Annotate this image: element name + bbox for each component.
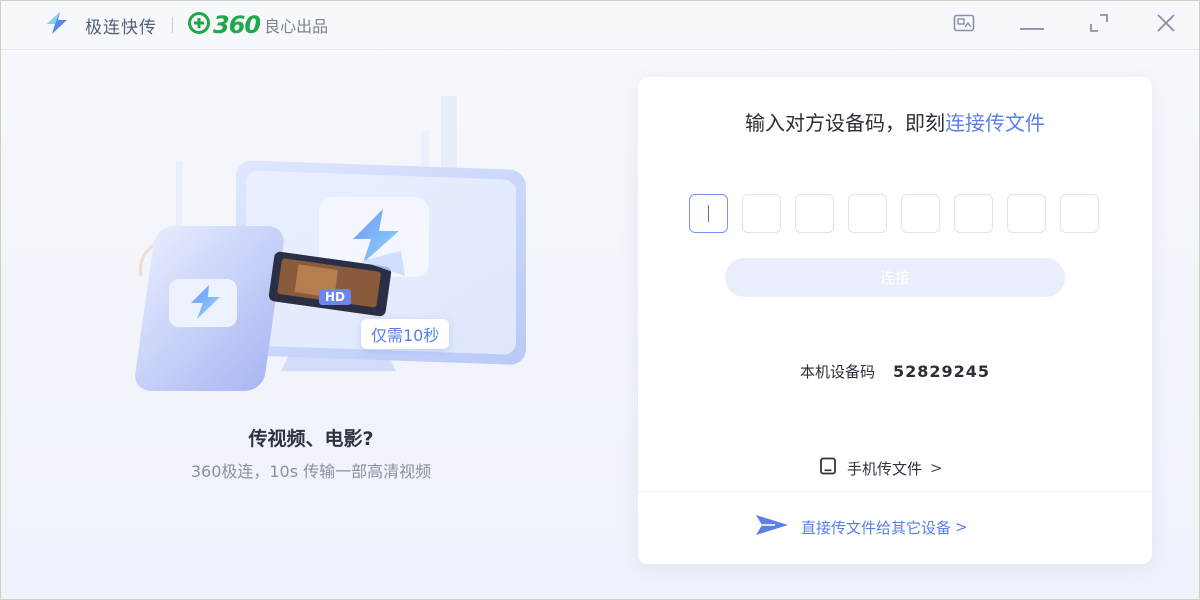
code-digit-6[interactable] [954,194,993,233]
app-name: 极连快传 [85,17,157,38]
brand: 极连快传 360 良心出品 [43,11,328,39]
brand-tagline: 良心出品 [264,17,329,36]
close-icon [1156,13,1176,37]
direct-transfer-label: 直接传文件给其它设备 [801,518,952,537]
minimize-button[interactable] [1019,13,1045,37]
code-digit-7[interactable] [1007,194,1046,233]
speed-badge: 仅需10秒 [361,319,450,349]
code-digit-1[interactable] [689,194,728,233]
code-digit-8[interactable] [1060,194,1099,233]
brand-360-logo: 360 [188,11,261,39]
app-window: 极连快传 360 良心出品 HD 仅需10秒 传视频、电影? 360极连，10s… [0,0,1200,600]
local-code-value: 52829245 [892,362,991,381]
hero-illustration: HD 仅需10秒 [121,91,541,401]
card-divider [638,491,1152,492]
title-bar: 极连快传 360 良心出品 [1,1,1199,50]
plus-circle-icon [188,12,210,38]
connect-button[interactable]: 连接 [725,258,1065,297]
send-plane-icon [755,514,789,540]
local-code-label: 本机设备码 [799,363,875,381]
restore-button[interactable] [1086,13,1112,37]
screenshot-button[interactable] [951,13,977,37]
connect-card: 输入对方设备码，即刻连接传文件 连接 本机设备码 52829245 手机传文件 [638,77,1152,564]
chevron-right-icon: > [955,518,968,536]
app-logo-icon [43,12,71,38]
code-digit-3[interactable] [795,194,834,233]
local-device-code: 本机设备码 52829245 [638,361,1152,382]
phone-transfer-link[interactable]: 手机传文件 > [819,457,943,479]
connect-heading: 输入对方设备码，即刻连接传文件 [638,107,1152,136]
code-digit-4[interactable] [848,194,887,233]
direct-transfer-link[interactable]: 直接传文件给其它设备 > [755,514,968,540]
hd-badge: HD [319,289,352,305]
code-digit-5[interactable] [901,194,940,233]
text-caret [707,205,710,222]
hero-title: 传视频、电影? [248,428,374,450]
phone-transfer-label: 手机传文件 [847,459,923,478]
connect-heading-prefix: 输入对方设备码，即刻 [745,111,945,135]
phone-icon [819,457,837,479]
restore-icon [1088,12,1110,38]
title-separator [172,17,173,33]
code-digit-2[interactable] [742,194,781,233]
hero-subtitle: 360极连，10s 传输一部高清视频 [190,462,432,481]
minimize-icon [1020,16,1044,35]
brand-360-text: 360 [213,11,261,39]
device-code-input[interactable] [689,194,1099,233]
connect-heading-accent: 连接传文件 [945,111,1045,135]
close-button[interactable] [1153,13,1179,37]
chevron-right-icon: > [930,459,943,477]
screenshot-icon [953,14,975,36]
